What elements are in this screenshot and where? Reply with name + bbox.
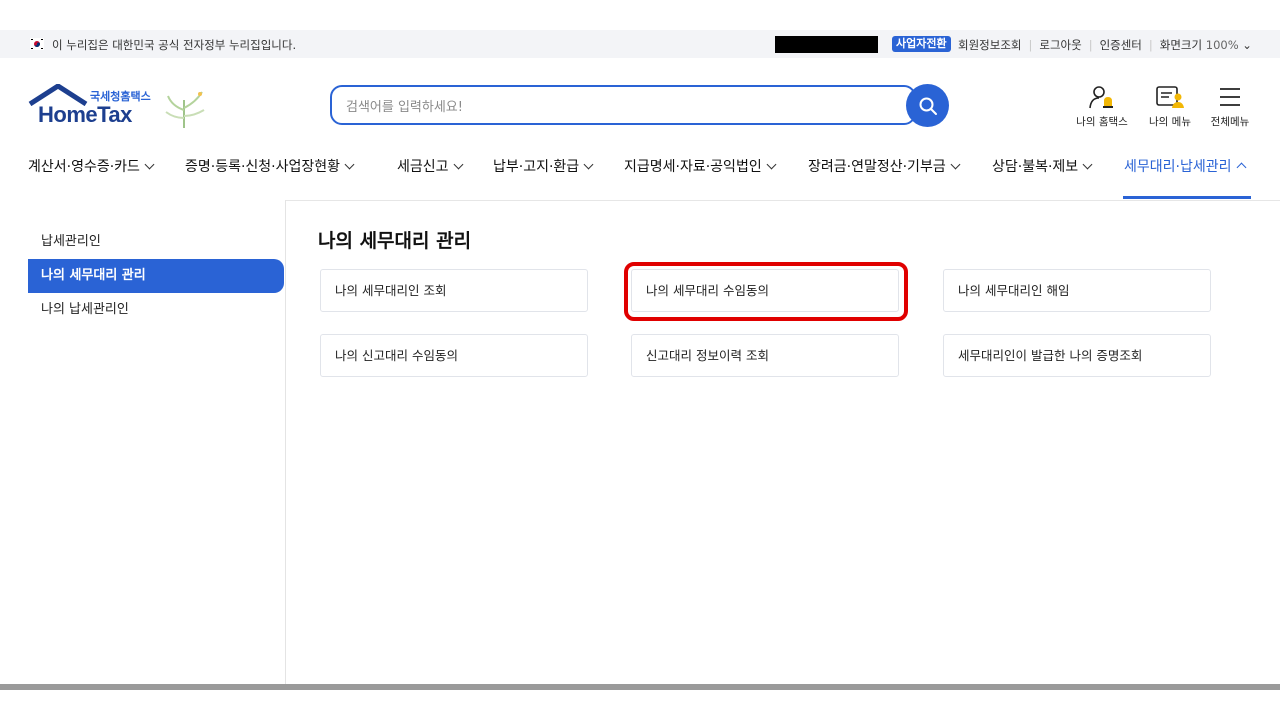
chevron-down-icon	[766, 159, 777, 170]
utility-links: 회원정보조회 | 로그아웃 | 인증센터 | 화면크기 100% ⌄	[958, 38, 1252, 52]
nav-item-payment-statements[interactable]: 지급명세·자료·공익법인	[624, 156, 777, 176]
search-input[interactable]	[344, 95, 868, 119]
korea-flag-icon	[30, 38, 44, 50]
sidebar-item-my-tax-agent-management[interactable]: 나의 세무대리 관리	[28, 259, 284, 293]
hamburger-menu-icon	[1220, 88, 1240, 106]
zoom-label: 화면크기	[1159, 38, 1203, 52]
member-info-link[interactable]: 회원정보조회	[958, 38, 1021, 52]
hometax-logo[interactable]: 국세청홈택스 HomeTax	[28, 84, 218, 130]
search-button[interactable]	[906, 84, 949, 127]
nav-item-incentives-settlement[interactable]: 장려금·연말정산·기부금	[808, 156, 961, 176]
active-nav-underline	[1123, 196, 1251, 199]
nav-item-payment-refund[interactable]: 납부·고지·환급	[493, 156, 594, 176]
main-navigation: 계산서·영수증·카드 증명·등록·신청·사업장현황 세금신고 납부·고지·환급 …	[0, 148, 1280, 201]
nav-item-consult-appeal[interactable]: 상담·불복·제보	[992, 156, 1093, 176]
nav-item-tax-filing[interactable]: 세금신고	[397, 156, 463, 176]
search-box	[330, 85, 916, 125]
chevron-down-icon	[453, 159, 463, 170]
card-tax-agent-lookup[interactable]: 나의 세무대리인 조회	[320, 269, 588, 312]
chevron-down-icon	[344, 159, 355, 170]
nav-item-tax-agent[interactable]: 세무대리·납세관리	[1124, 156, 1246, 176]
sidebar: 납세관리인 나의 세무대리 관리 나의 납세관리인	[0, 200, 286, 685]
zoom-control[interactable]: 화면크기 100% ⌄	[1160, 38, 1252, 52]
page-title: 나의 세무대리 관리	[318, 230, 472, 252]
chevron-down-icon: ⌄	[1242, 38, 1252, 52]
all-menu-button[interactable]: 전체메뉴	[1200, 84, 1260, 129]
card-tax-agent-dismissal[interactable]: 나의 세무대리인 해임	[943, 269, 1211, 312]
my-menu-button[interactable]: 나의 메뉴	[1140, 84, 1200, 129]
all-menu-label: 전체메뉴	[1210, 116, 1250, 128]
nav-item-receipts-cards[interactable]: 계산서·영수증·카드	[28, 156, 155, 176]
redacted-user-name	[775, 36, 878, 53]
my-hometax-button[interactable]: 나의 홈택스	[1072, 84, 1132, 129]
chevron-up-icon	[1236, 162, 1246, 173]
chevron-down-icon	[950, 159, 961, 170]
sidebar-item-my-tax-administrator[interactable]: 나의 납세관리인	[28, 293, 284, 327]
document-person-icon	[1156, 86, 1184, 108]
card-filing-agent-consent[interactable]: 나의 신고대리 수임동의	[320, 334, 588, 377]
plant-icon	[165, 91, 205, 128]
business-switch-button[interactable]: 사업자전환	[892, 36, 951, 52]
nav-item-certificates[interactable]: 증명·등록·신청·사업장현황	[185, 156, 355, 176]
logout-link[interactable]: 로그아웃	[1039, 38, 1081, 52]
my-hometax-label: 나의 홈택스	[1076, 116, 1128, 128]
bottom-divider	[0, 684, 1280, 690]
search-icon	[919, 97, 937, 115]
chevron-down-icon	[1082, 159, 1093, 170]
zoom-value: 100%	[1205, 38, 1239, 52]
chevron-down-icon	[144, 159, 155, 170]
card-filing-agent-history[interactable]: 신고대리 정보이력 조회	[631, 334, 899, 377]
highlight-box	[624, 262, 908, 321]
my-menu-label: 나의 메뉴	[1149, 116, 1191, 128]
sidebar-item-tax-administrator[interactable]: 납세관리인	[28, 225, 284, 259]
person-bell-icon	[1089, 86, 1113, 109]
chevron-down-icon	[583, 159, 594, 170]
gov-notice-text: 이 누리집은 대한민국 공식 전자정부 누리집입니다.	[52, 38, 297, 52]
card-agent-issued-certificates[interactable]: 세무대리인이 발급한 나의 증명조회	[943, 334, 1211, 377]
top-utility-bar: 이 누리집은 대한민국 공식 전자정부 누리집입니다. 사업자전환 회원정보조회…	[0, 30, 1280, 58]
cert-center-link[interactable]: 인증센터	[1100, 38, 1142, 52]
logo-english-text: HomeTax	[38, 102, 132, 127]
